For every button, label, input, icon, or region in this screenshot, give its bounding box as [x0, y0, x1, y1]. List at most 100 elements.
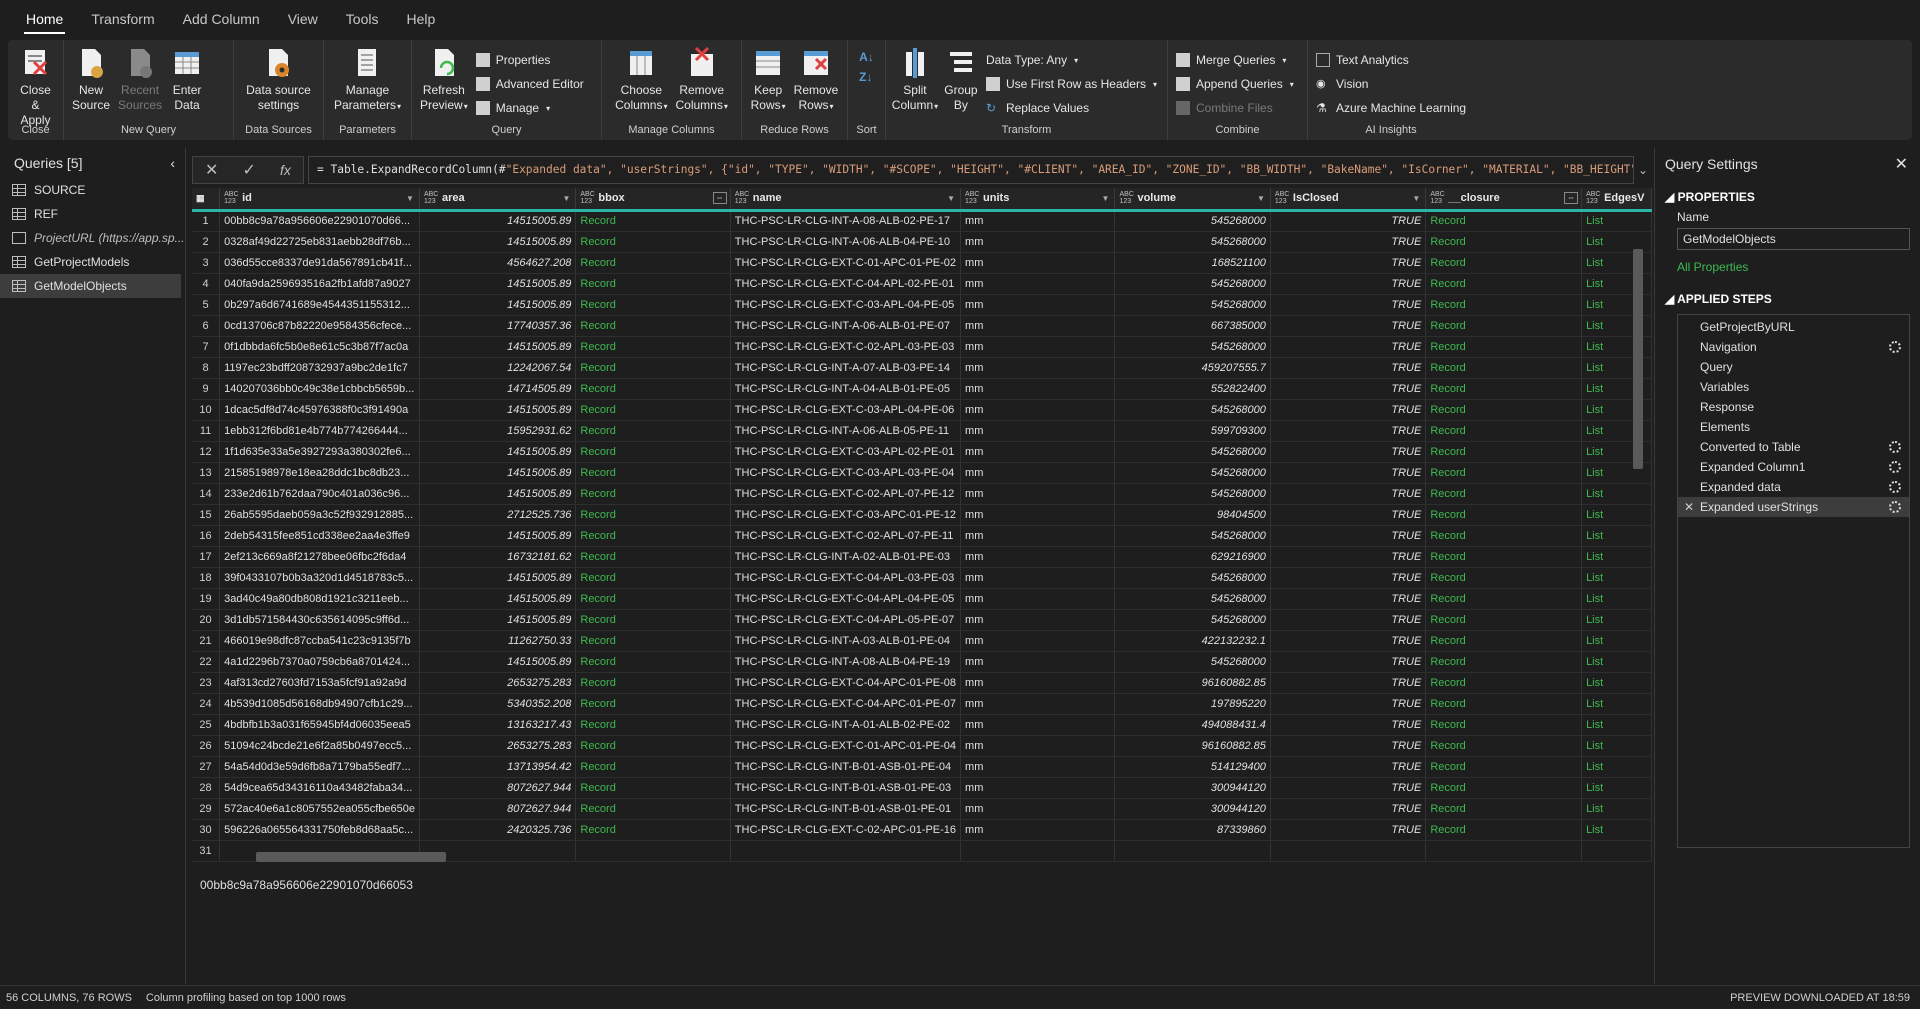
cell-closure[interactable]: Record — [1425, 546, 1583, 568]
manage-parameters-button[interactable]: Manage Parameters▾ — [330, 46, 405, 114]
text-analytics-button[interactable]: Text Analytics — [1316, 50, 1466, 70]
row-number[interactable]: 8 — [192, 357, 221, 379]
check-icon[interactable]: ✓ — [243, 160, 256, 180]
vertical-scrollbar[interactable] — [1630, 231, 1644, 831]
cell-bbox[interactable]: Record — [575, 651, 731, 673]
recent-sources-button[interactable]: Recent Sources — [114, 46, 166, 113]
cell-bbox[interactable]: Record — [575, 735, 731, 757]
cell-units[interactable]: mm — [960, 609, 1116, 631]
filter-dropdown-icon[interactable]: ▼ — [1257, 194, 1265, 203]
cell-area[interactable]: 14515005.89 — [419, 609, 577, 631]
column-header-area[interactable]: ABC 123 area ▼ — [419, 188, 577, 212]
replace-values-button[interactable]: ↻ Replace Values — [986, 98, 1157, 118]
cell-area[interactable]: 14515005.89 — [419, 441, 577, 463]
cell-id[interactable]: 0b297a6d6741689e4544351155312... — [219, 294, 420, 316]
cell-isClosed[interactable]: TRUE — [1270, 756, 1427, 778]
cell-units[interactable]: mm — [960, 357, 1116, 379]
tab-transform[interactable]: Transform — [77, 0, 168, 38]
cell-units[interactable]: mm — [960, 546, 1116, 568]
cell-isClosed[interactable]: TRUE — [1270, 231, 1427, 253]
cell-name[interactable]: THC-PSC-LR-CLG-INT-A-06-ALB-04-PE-10 — [730, 231, 962, 253]
cell-units[interactable]: mm — [960, 525, 1116, 547]
column-type-icon[interactable]: ABC 123 — [735, 191, 749, 205]
cell-closure[interactable]: Record — [1425, 420, 1583, 442]
cell-id[interactable]: 4a1d2296b7370a0759cb6a8701424... — [219, 651, 420, 673]
cell-volume[interactable]: 629216900 — [1114, 546, 1271, 568]
cell-area[interactable]: 8072627.944 — [419, 777, 577, 799]
cell-area[interactable]: 14515005.89 — [419, 462, 577, 484]
close-apply-button[interactable]: Close & Apply — [12, 46, 59, 128]
cell-id[interactable]: 26ab5595daeb059a3c52f932912885... — [219, 504, 420, 526]
cell-id[interactable]: 2ef213c669a8f21278bee06fbc2f6da4 — [219, 546, 420, 568]
row-number[interactable]: 6 — [192, 315, 221, 337]
cell-volume[interactable]: 545268000 — [1114, 525, 1271, 547]
cell-closure[interactable]: Record — [1425, 483, 1583, 505]
cell-bbox[interactable]: Record — [575, 483, 731, 505]
cell-units[interactable]: mm — [960, 231, 1116, 253]
sort-ascending-icon[interactable]: A↓ — [859, 50, 874, 64]
cell-name[interactable]: THC-PSC-LR-CLG-EXT-C-01-APC-01-PE-02 — [730, 252, 962, 274]
cell-closure[interactable]: Record — [1425, 798, 1583, 820]
row-number[interactable]: 11 — [192, 420, 221, 442]
cell-closure[interactable]: Record — [1425, 567, 1583, 589]
row-number[interactable]: 15 — [192, 504, 221, 526]
row-number[interactable]: 29 — [192, 798, 221, 820]
cell-closure[interactable]: Record — [1425, 651, 1583, 673]
column-header-id[interactable]: ABC 123 id ▼ — [219, 188, 420, 212]
cell-name[interactable]: THC-PSC-LR-CLG-EXT-C-04-APC-01-PE-08 — [730, 672, 962, 694]
cell-isClosed[interactable]: TRUE — [1270, 420, 1427, 442]
all-properties-link[interactable]: All Properties — [1655, 250, 1920, 274]
cell-area[interactable]: 14515005.89 — [419, 231, 577, 253]
cell-name[interactable]: THC-PSC-LR-CLG-EXT-C-03-APL-04-PE-05 — [730, 294, 962, 316]
cell-isClosed[interactable]: TRUE — [1270, 777, 1427, 799]
gear-icon[interactable] — [1889, 341, 1901, 353]
cell-isClosed[interactable]: TRUE — [1270, 651, 1427, 673]
applied-step[interactable]: Variables — [1678, 377, 1909, 397]
cell-id[interactable]: 51094c24bcde21e6f2a85b0497ecc5... — [219, 735, 420, 757]
cell-closure[interactable]: Record — [1425, 693, 1583, 715]
expand-column-icon[interactable]: ⇔ — [1564, 192, 1579, 204]
cell-units[interactable]: mm — [960, 672, 1116, 694]
cell-units[interactable]: mm — [960, 630, 1116, 652]
cell-bbox[interactable]: Record — [575, 798, 731, 820]
cell-units[interactable]: mm — [960, 651, 1116, 673]
cell-bbox[interactable]: Record — [575, 399, 731, 421]
cell-units[interactable]: mm — [960, 273, 1116, 295]
cell-closure[interactable]: Record — [1425, 399, 1583, 421]
append-queries-button[interactable]: Append Queries ▾ — [1176, 74, 1294, 94]
filter-dropdown-icon[interactable]: ▼ — [562, 194, 570, 203]
column-header-isClosed[interactable]: ABC 123 IsClosed ▼ — [1270, 188, 1427, 212]
cell-id[interactable]: 3d1db571584430c635614095c9ff6d... — [219, 609, 420, 631]
split-column-button[interactable]: Split Column▾ — [890, 46, 940, 114]
gear-icon[interactable] — [1889, 501, 1901, 513]
applied-step[interactable]: ✕ Expanded userStrings — [1678, 497, 1909, 517]
cell-area[interactable]: 14714505.89 — [419, 378, 577, 400]
new-source-button[interactable]: New Source — [68, 46, 114, 113]
cell-closure[interactable]: Record — [1425, 336, 1583, 358]
cell-closure[interactable]: Record — [1425, 735, 1583, 757]
cell-name[interactable]: THC-PSC-LR-CLG-EXT-C-02-APL-07-PE-11 — [730, 525, 962, 547]
cell-name[interactable]: THC-PSC-LR-CLG-INT-A-06-ALB-01-PE-07 — [730, 315, 962, 337]
column-type-icon[interactable]: ABC 123 — [424, 191, 438, 205]
cell-name[interactable]: THC-PSC-LR-CLG-EXT-C-01-APC-01-PE-04 — [730, 735, 962, 757]
cell-isClosed[interactable]: TRUE — [1270, 210, 1427, 232]
cell-units[interactable]: mm — [960, 462, 1116, 484]
applied-step[interactable]: Elements — [1678, 417, 1909, 437]
group-by-button[interactable]: Group By — [940, 46, 982, 113]
column-header-units[interactable]: ABC 123 units ▼ — [960, 188, 1116, 212]
cell-isClosed[interactable]: TRUE — [1270, 462, 1427, 484]
cell-bbox[interactable]: Record — [575, 567, 731, 589]
cell-bbox[interactable]: Record — [575, 777, 731, 799]
cell-closure[interactable]: Record — [1425, 378, 1583, 400]
row-number[interactable]: 13 — [192, 462, 221, 484]
keep-rows-button[interactable]: Keep Rows▾ — [747, 46, 790, 114]
cell-volume[interactable]: 96160882.85 — [1114, 735, 1271, 757]
cell-isClosed[interactable]: TRUE — [1270, 609, 1427, 631]
cell-closure[interactable]: Record — [1425, 462, 1583, 484]
cell-area[interactable]: 11262750.33 — [419, 630, 577, 652]
cell-closure[interactable]: Record — [1425, 210, 1583, 232]
cell-id[interactable]: 466019e98dfc87ccba541c23c9135f7b — [219, 630, 420, 652]
cell-name[interactable]: THC-PSC-LR-CLG-INT-A-07-ALB-03-PE-14 — [730, 357, 962, 379]
cell-units[interactable]: mm — [960, 483, 1116, 505]
cell-name[interactable]: THC-PSC-LR-CLG-EXT-C-03-APC-01-PE-12 — [730, 504, 962, 526]
